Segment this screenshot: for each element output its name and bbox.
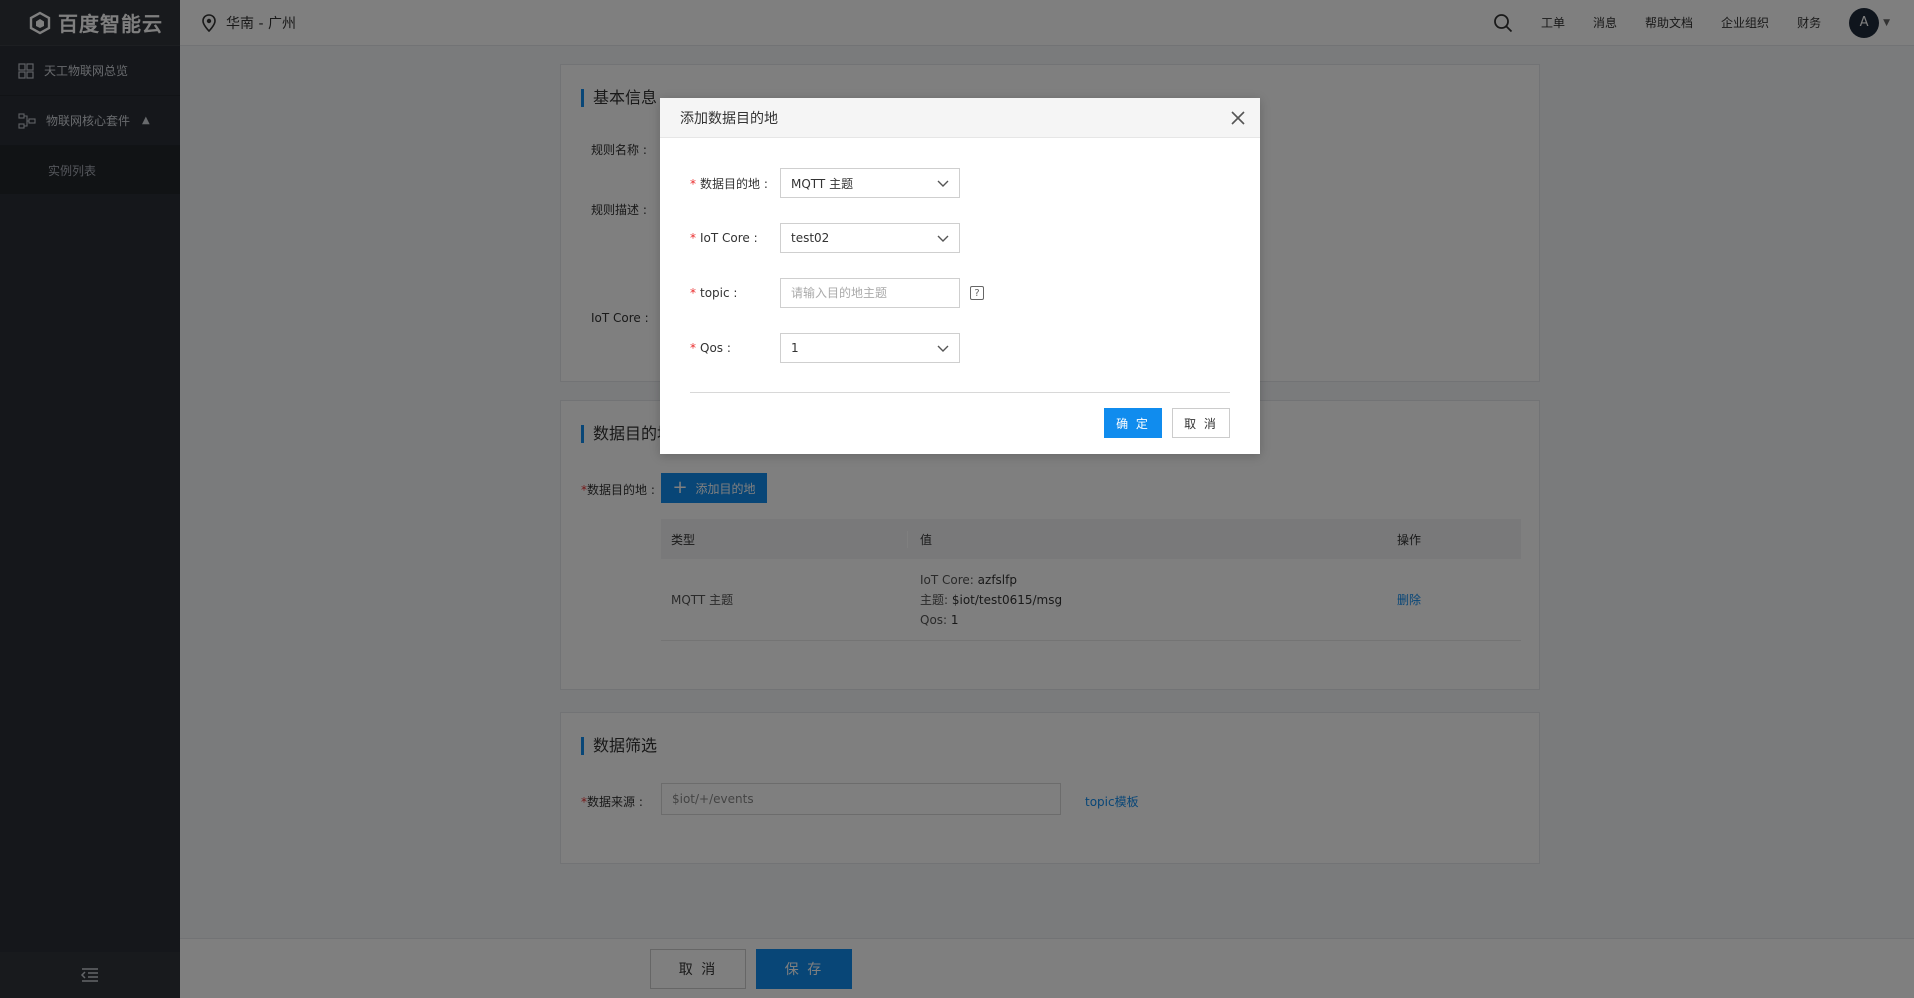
dialog-confirm-button[interactable]: 确 定 bbox=[1104, 408, 1162, 438]
dialog-cancel-button[interactable]: 取 消 bbox=[1172, 408, 1230, 438]
chevron-down-icon bbox=[937, 180, 949, 187]
dest-select[interactable]: MQTT 主题 bbox=[780, 168, 960, 198]
dest-select-value: MQTT 主题 bbox=[791, 176, 854, 191]
iot-core-label-text: IoT Core : bbox=[700, 231, 758, 245]
topic-row: * topic : ? bbox=[690, 278, 984, 308]
iot-core-select-value: test02 bbox=[791, 231, 830, 245]
topic-label: * topic : bbox=[690, 286, 780, 300]
dialog-header: 添加数据目的地 bbox=[660, 98, 1260, 138]
iot-core-select[interactable]: test02 bbox=[780, 223, 960, 253]
topic-label-text: topic : bbox=[700, 286, 738, 300]
chevron-down-icon bbox=[937, 235, 949, 242]
qos-row: * Qos : 1 bbox=[690, 333, 960, 363]
dest-row: * 数据目的地 : MQTT 主题 bbox=[690, 168, 960, 198]
iot-core-row: * IoT Core : test02 bbox=[690, 223, 960, 253]
qos-select[interactable]: 1 bbox=[780, 333, 960, 363]
qos-label-text: Qos : bbox=[700, 341, 731, 355]
add-destination-dialog: 添加数据目的地 * 数据目的地 : MQTT 主题 * IoT Core : tes… bbox=[660, 98, 1260, 454]
qos-label: * Qos : bbox=[690, 341, 780, 355]
dest-label-text: 数据目的地 : bbox=[700, 176, 768, 191]
close-icon[interactable] bbox=[1228, 108, 1248, 128]
dialog-divider bbox=[690, 392, 1230, 393]
chevron-down-icon bbox=[937, 345, 949, 352]
required-mark: * bbox=[690, 286, 696, 300]
qos-select-value: 1 bbox=[791, 341, 799, 355]
dest-label: * 数据目的地 : bbox=[690, 175, 780, 192]
help-icon[interactable]: ? bbox=[970, 286, 984, 300]
topic-input[interactable] bbox=[780, 278, 960, 308]
required-mark: * bbox=[690, 176, 696, 191]
required-mark: * bbox=[690, 231, 696, 245]
dialog-title: 添加数据目的地 bbox=[680, 110, 778, 127]
iot-core-label: * IoT Core : bbox=[690, 231, 780, 245]
required-mark: * bbox=[690, 341, 696, 355]
